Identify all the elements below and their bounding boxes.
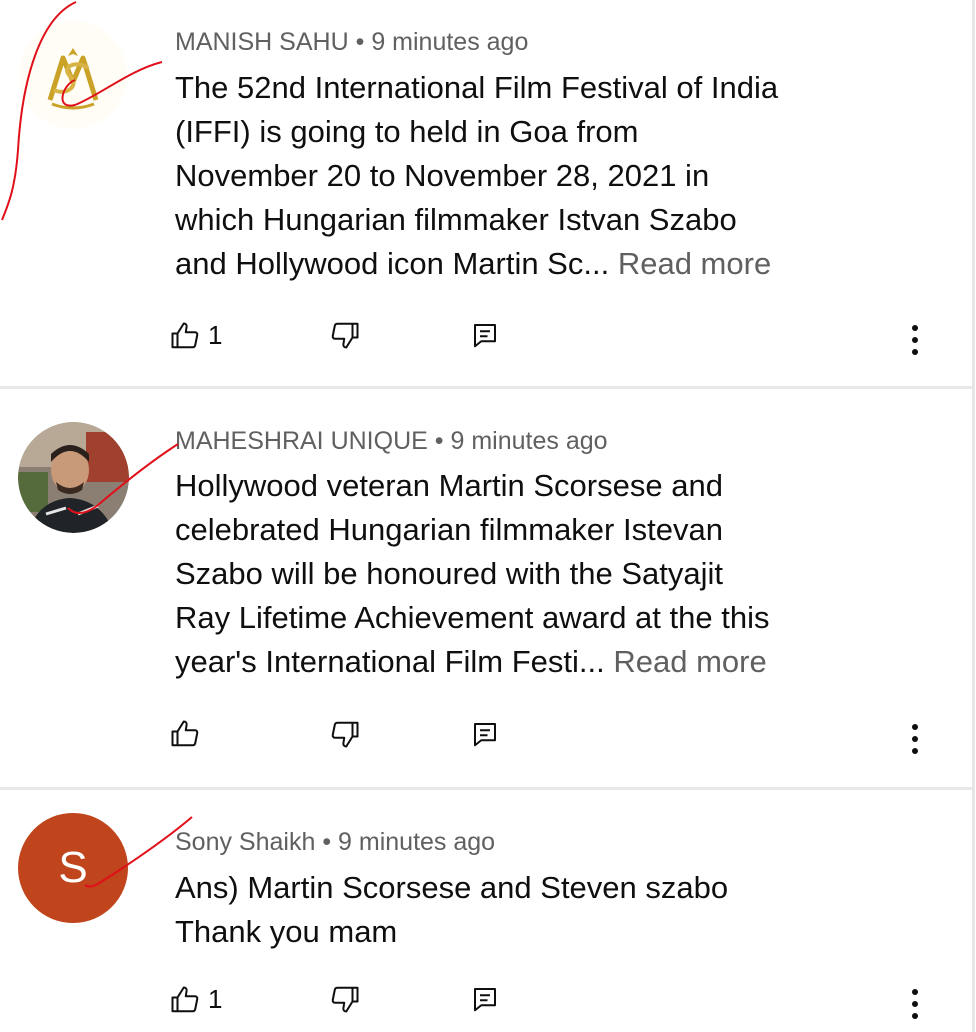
comment-item: S Sony Shaikh • 9 minutes ago Ans) Marti… [0, 790, 972, 1032]
avatar-letter: S [58, 843, 88, 892]
author-name[interactable]: MAHESHRAI UNIQUE [175, 427, 428, 455]
like-button[interactable]: 1 [170, 984, 222, 1015]
dislike-button[interactable] [330, 984, 360, 1014]
reply-button[interactable] [470, 984, 500, 1014]
dislike-button[interactable] [330, 719, 360, 749]
comment-line: and Hollywood icon Martin Sc... Read mor… [175, 246, 772, 281]
comment-line: year's International Film Festi... Read … [175, 644, 767, 679]
comment-line: Ray Lifetime Achievement award at the th… [175, 600, 770, 635]
comment-line: November 20 to November 28, 2021 in [175, 158, 710, 193]
more-vert-icon[interactable] [905, 984, 925, 1024]
comment-meta: MANISH SAHU • 9 minutes ago [175, 28, 528, 57]
avatar[interactable] [18, 20, 129, 131]
dislike-button[interactable] [330, 320, 360, 350]
read-more-link[interactable]: Read more [618, 246, 771, 281]
thumb-down-icon [331, 986, 359, 1013]
comment-line: which Hungarian filmmaker Istvan Szabo [175, 202, 737, 237]
more-vert-icon[interactable] [905, 719, 925, 759]
meta-separator: • [322, 828, 332, 856]
like-button[interactable] [170, 719, 208, 749]
comment-line: (IFFI) is going to held in Goa from [175, 114, 639, 149]
avatar[interactable]: S [18, 813, 128, 923]
comment-line: Hollywood veteran Martin Scorsese and [175, 468, 723, 503]
comment-text: Ans) Martin Scorsese and Steven szabo Th… [175, 866, 935, 954]
meta-separator: • [355, 28, 365, 56]
like-button[interactable]: 1 [170, 320, 222, 351]
like-count: 1 [208, 984, 223, 1014]
timestamp[interactable]: 9 minutes ago [338, 828, 495, 856]
read-more-link[interactable]: Read more [613, 644, 766, 679]
avatar[interactable] [18, 422, 129, 533]
comment-line: Ans) Martin Scorsese and Steven szabo [175, 870, 729, 905]
comment-text: The 52nd International Film Festival of … [175, 66, 935, 286]
author-name[interactable]: MANISH SAHU [175, 28, 349, 56]
comment-item: MAHESHRAI UNIQUE • 9 minutes ago Hollywo… [0, 389, 972, 787]
comment-line: The 52nd International Film Festival of … [175, 70, 779, 105]
comment-meta: Sony Shaikh • 9 minutes ago [175, 828, 495, 857]
reply-icon [474, 723, 496, 747]
reply-icon [474, 324, 496, 348]
meta-separator: • [434, 427, 444, 455]
profile-photo [18, 422, 129, 533]
author-name[interactable]: Sony Shaikh [175, 828, 315, 856]
timestamp[interactable]: 9 minutes ago [450, 427, 607, 455]
reply-button[interactable] [470, 719, 500, 749]
comment-meta: MAHESHRAI UNIQUE • 9 minutes ago [175, 427, 608, 456]
like-count: 1 [208, 320, 223, 350]
comment-text: Hollywood veteran Martin Scorsese and ce… [175, 464, 935, 684]
reply-button[interactable] [470, 320, 500, 350]
timestamp[interactable]: 9 minutes ago [371, 28, 528, 56]
comment-item: MANISH SAHU • 9 minutes ago The 52nd Int… [0, 0, 972, 387]
thumb-up-icon [171, 322, 199, 348]
ms-monogram-logo [19, 21, 127, 129]
reply-icon [474, 988, 496, 1012]
thumb-up-icon [171, 986, 199, 1012]
comments-list: MANISH SAHU • 9 minutes ago The 52nd Int… [0, 0, 975, 1032]
comment-line: Szabo will be honoured with the Satyajit [175, 556, 723, 591]
comment-line: Thank you mam [175, 914, 398, 949]
comment-line: celebrated Hungarian filmmaker Istevan [175, 512, 723, 547]
thumb-up-icon [171, 720, 199, 747]
thumb-down-icon [331, 322, 359, 349]
thumb-down-icon [331, 721, 359, 748]
more-vert-icon[interactable] [905, 320, 925, 360]
